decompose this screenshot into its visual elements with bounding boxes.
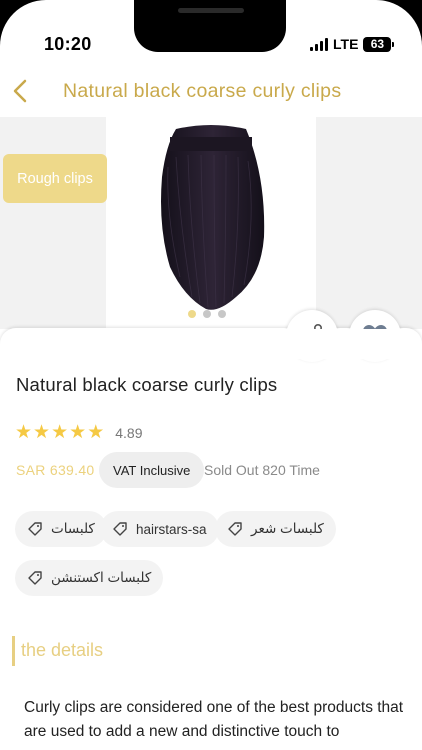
tag-chip[interactable]: كلبسات: [15, 511, 107, 547]
status-indicators: LTE 63: [310, 36, 395, 52]
tag-chip[interactable]: hairstars-sa: [100, 511, 219, 547]
gallery-pagination: [188, 310, 226, 318]
vat-badge: VAT Inclusive: [99, 452, 205, 488]
pagination-dot[interactable]: [203, 310, 211, 318]
product-price: SAR 639.40: [16, 462, 95, 478]
tag-label: كلبسات اكستنشن: [51, 570, 152, 585]
sold-count: Sold Out 820 Time: [204, 462, 320, 478]
signal-icon: [310, 37, 328, 51]
header: Natural black coarse curly clips: [0, 70, 422, 114]
product-image[interactable]: [106, 117, 316, 329]
status-time: 10:20: [44, 34, 92, 54]
page-title: Natural black coarse curly clips: [63, 80, 342, 102]
star-icon: ★: [87, 422, 105, 443]
battery-level: 63: [370, 37, 385, 51]
category-badge[interactable]: Rough clips: [3, 154, 107, 203]
tag-label: كلبسات: [51, 521, 95, 536]
tag-label: كلبسات شعر: [251, 521, 324, 536]
section-accent-bar: [12, 636, 15, 666]
tag-icon: [28, 571, 42, 585]
rating-value: 4.89: [115, 425, 143, 441]
star-icon: ★: [33, 422, 51, 443]
tag-chip[interactable]: كلبسات اكستنشن: [15, 560, 164, 596]
rating: ★ ★ ★ ★ ★ 4.89: [15, 423, 142, 443]
speaker: [178, 8, 244, 13]
star-icon: ★: [51, 422, 69, 443]
pagination-dot[interactable]: [188, 310, 196, 318]
network-label: LTE: [333, 36, 359, 52]
product-description: Curly clips are considered one of the be…: [24, 699, 404, 740]
hair-clips-image: [161, 125, 265, 310]
pagination-dot[interactable]: [218, 310, 226, 318]
category-badge-label: Rough clips: [17, 170, 93, 187]
fab-shadow-mask: [345, 329, 405, 359]
tag-icon: [228, 522, 242, 536]
star-icon: ★: [15, 422, 33, 443]
back-button[interactable]: [8, 76, 32, 106]
phone-screen: 10:20 LTE 63 Natural black coarse curly …: [0, 0, 422, 750]
battery-icon: 63: [363, 36, 395, 52]
product-gallery[interactable]: Rough clips: [0, 117, 422, 329]
vat-label: VAT Inclusive: [113, 462, 191, 478]
tag-label: hairstars-sa: [136, 521, 207, 537]
details-heading: the details: [21, 640, 104, 660]
chevron-left-icon: [13, 79, 27, 103]
fab-shadow-mask: [282, 329, 342, 359]
tag-icon: [113, 522, 127, 536]
tag-icon: [28, 522, 42, 536]
tag-chip[interactable]: كلبسات شعر: [215, 511, 336, 547]
star-icon: ★: [69, 422, 87, 443]
product-name: Natural black coarse curly clips: [16, 374, 278, 395]
